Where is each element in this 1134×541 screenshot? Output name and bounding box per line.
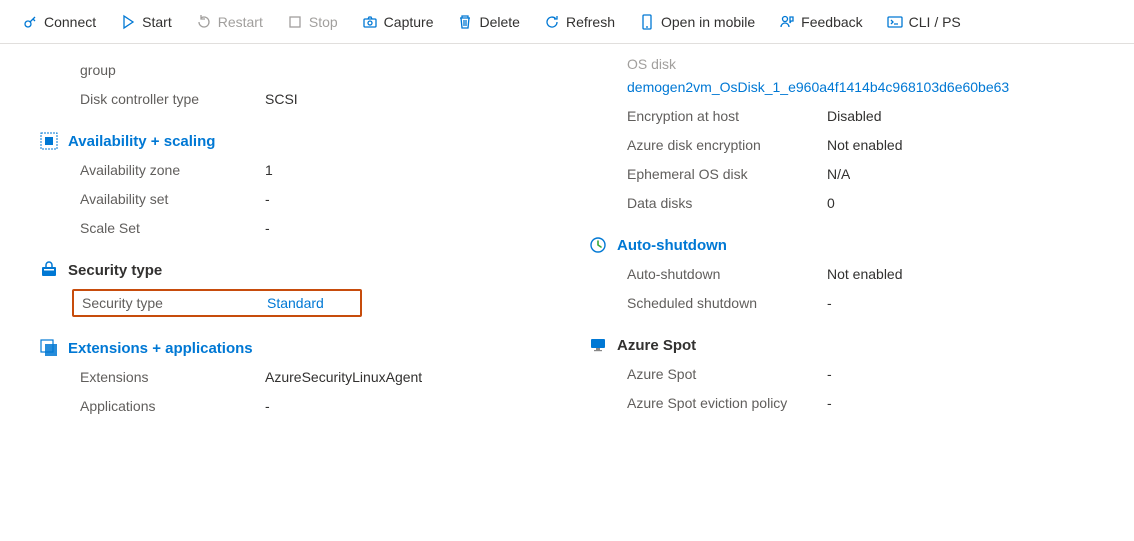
section-extensions: Extensions + applications [40,339,547,357]
connect-label: Connect [44,14,96,30]
row-group-partial: group [80,60,547,81]
restart-label: Restart [218,14,263,30]
capture-button[interactable]: Capture [352,10,444,34]
feedback-icon [779,14,795,30]
row-azure-spot-eviction: Azure Spot eviction policy - [627,393,1134,414]
availability-title[interactable]: Availability + scaling [68,133,215,150]
value-os-disk[interactable]: demogen2vm_OsDisk_1_e960a4f1414b4c968103… [627,77,1009,98]
row-availability-set: Availability set - [80,189,547,210]
security-title: Security type [68,262,162,279]
value-security-type[interactable]: Standard [267,295,324,311]
mobile-icon [639,14,655,30]
section-azure-spot: Azure Spot [589,336,1134,354]
row-auto-shutdown: Auto-shutdown Not enabled [627,264,1134,285]
label-disk-controller: Disk controller type [80,89,265,110]
start-icon [120,14,136,30]
row-data-disks: Data disks 0 [627,193,1134,214]
row-availability-zone: Availability zone 1 [80,160,547,181]
row-scheduled-shutdown: Scheduled shutdown - [627,293,1134,314]
capture-icon [362,14,378,30]
delete-button[interactable]: Delete [447,10,529,34]
row-ephemeral-os-disk: Ephemeral OS disk N/A [627,164,1134,185]
refresh-label: Refresh [566,14,615,30]
open-mobile-button[interactable]: Open in mobile [629,10,765,34]
extensions-icon [40,339,58,357]
delete-label: Delete [479,14,519,30]
connect-button[interactable]: Connect [12,10,106,34]
row-os-disk: demogen2vm_OsDisk_1_e960a4f1414b4c968103… [627,77,1134,98]
right-column: OS disk demogen2vm_OsDisk_1_e960a4f1414b… [587,44,1134,425]
auto-shutdown-title[interactable]: Auto-shutdown [617,237,727,254]
properties-content: group Disk controller type SCSI Availabi… [0,44,1134,425]
row-scale-set: Scale Set - [80,218,547,239]
row-applications: Applications - [80,396,547,417]
section-availability: Availability + scaling [40,132,547,150]
feedback-label: Feedback [801,14,862,30]
row-os-disk-partial-label: OS disk [627,54,1134,75]
feedback-button[interactable]: Feedback [769,10,872,34]
section-auto-shutdown: Auto-shutdown [589,236,1134,254]
start-label: Start [142,14,172,30]
monitor-icon [589,336,607,354]
cli-icon [887,14,903,30]
restart-icon [196,14,212,30]
label-group: group [80,60,265,81]
section-security: Security type [40,261,547,279]
refresh-button[interactable]: Refresh [534,10,625,34]
azure-spot-title: Azure Spot [617,337,696,354]
cli-ps-label: CLI / PS [909,14,961,30]
restart-button: Restart [186,10,273,34]
clock-icon [589,236,607,254]
extensions-title[interactable]: Extensions + applications [68,340,253,357]
left-column: group Disk controller type SCSI Availabi… [40,44,547,425]
connect-icon [22,14,38,30]
open-mobile-label: Open in mobile [661,14,755,30]
availability-icon [40,132,58,150]
refresh-icon [544,14,560,30]
start-button[interactable]: Start [110,10,182,34]
command-bar: Connect Start Restart Stop Capture Delet… [0,0,1134,44]
stop-button: Stop [277,10,348,34]
row-azure-spot: Azure Spot - [627,364,1134,385]
capture-label: Capture [384,14,434,30]
delete-icon [457,14,473,30]
security-icon [40,261,58,279]
row-extensions: Extensions AzureSecurityLinuxAgent [80,367,547,388]
cli-ps-button[interactable]: CLI / PS [877,10,971,34]
highlighted-security-type: Security type Standard [72,289,362,317]
row-encryption-host: Encryption at host Disabled [627,106,1134,127]
row-disk-controller-type: Disk controller type SCSI [80,89,547,110]
stop-icon [287,14,303,30]
stop-label: Stop [309,14,338,30]
row-azure-disk-encryption: Azure disk encryption Not enabled [627,135,1134,156]
value-disk-controller: SCSI [265,89,298,110]
